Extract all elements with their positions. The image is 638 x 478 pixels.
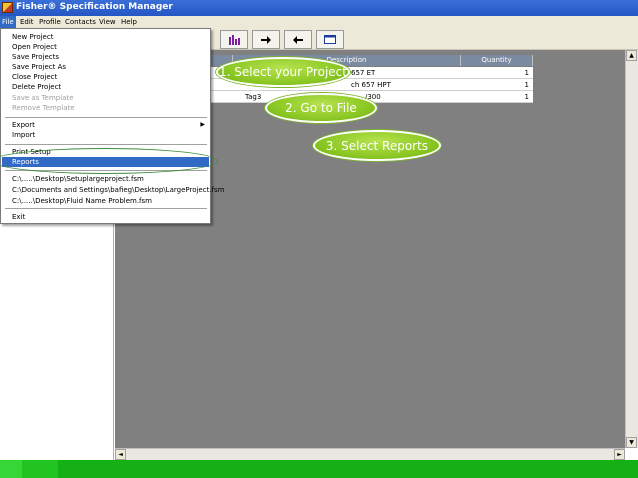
chart-report-button[interactable]: [220, 30, 248, 49]
tag-cell: Tag3: [245, 93, 262, 101]
scroll-left-button[interactable]: ◄: [115, 449, 126, 460]
scroll-up-button[interactable]: ▲: [626, 50, 637, 61]
callout-step-1: 1. Select your Project: [216, 57, 350, 87]
window-title: Fisher® Specification Manager: [16, 2, 173, 12]
window-icon: [324, 35, 336, 44]
description-cell: ch 657 HPT: [351, 81, 391, 89]
bottom-banner-block: [0, 460, 22, 478]
menu-item-save-project-as[interactable]: Save Project As: [2, 62, 209, 72]
menu-help[interactable]: Help: [119, 16, 139, 28]
menu-item-remove-template: Remove Template: [12, 104, 75, 112]
menu-item-recent-file-1[interactable]: C:\.....\Desktop\Setuplargeproject.fsm: [2, 174, 209, 184]
menu-contacts[interactable]: Contacts: [63, 16, 98, 28]
menu-item-close-project[interactable]: Close Project: [2, 72, 209, 82]
file-menu-dropdown: New Project Open Project Save Projects S…: [0, 28, 224, 224]
quantity-cell: 1: [524, 93, 529, 101]
menu-profile[interactable]: Profile: [37, 16, 63, 28]
bottom-banner: [0, 460, 638, 478]
menu-item-import[interactable]: Import: [2, 130, 209, 140]
window-button[interactable]: [316, 30, 344, 49]
menu-file[interactable]: File: [0, 16, 16, 28]
arrow-right-icon: [261, 35, 271, 44]
menu-item-delete-project[interactable]: Delete Project: [2, 82, 209, 92]
menu-separator: [5, 117, 207, 118]
scroll-right-button[interactable]: ►: [614, 449, 625, 460]
menu-item-open-project[interactable]: Open Project: [2, 42, 209, 52]
callout-step-3: 3. Select Reports: [313, 130, 441, 161]
menu-separator: [5, 144, 207, 145]
menu-item-new-project[interactable]: New Project: [2, 32, 209, 42]
description-cell: 657 ET: [351, 69, 376, 77]
forward-button[interactable]: [252, 30, 280, 49]
menu-item-recent-file-3[interactable]: C:\.....\Desktop\Fluid Name Problem.fsm: [2, 196, 209, 206]
menu-item-save-as-template: Save as Template: [12, 94, 74, 102]
reports-highlight-outline: [0, 148, 218, 174]
quantity-cell: 1: [524, 81, 529, 89]
back-button[interactable]: [284, 30, 312, 49]
callout-step-2: 2. Go to File: [265, 93, 377, 123]
scroll-down-button[interactable]: ▼: [626, 437, 637, 448]
bottom-banner-block: [22, 460, 58, 478]
submenu-arrow-icon: ▶: [200, 121, 205, 128]
menu-item-export-label: Export: [12, 121, 35, 129]
quantity-cell: 1: [524, 69, 529, 77]
menu-view[interactable]: View: [97, 16, 118, 28]
menu-edit[interactable]: Edit: [18, 16, 36, 28]
title-bar: Fisher® Specification Manager: [0, 0, 638, 16]
menu-item-save-projects[interactable]: Save Projects: [2, 52, 209, 62]
horizontal-scrollbar[interactable]: ◄ ►: [115, 448, 625, 460]
column-header-quantity[interactable]: Quantity: [461, 55, 533, 66]
vertical-scrollbar[interactable]: ▲ ▼: [625, 50, 638, 448]
menu-item-recent-file-2[interactable]: C:\Documents and Settings\bafieg\Desktop…: [2, 185, 224, 195]
menu-bar: File Edit Profile Contacts View Help: [0, 16, 638, 28]
menu-item-exit[interactable]: Exit: [2, 212, 209, 222]
bar-chart-icon: [229, 34, 240, 45]
app-icon: [2, 2, 13, 13]
menu-separator: [5, 208, 207, 209]
arrow-left-icon: [293, 35, 303, 44]
menu-item-export[interactable]: Export ▶: [2, 120, 209, 130]
